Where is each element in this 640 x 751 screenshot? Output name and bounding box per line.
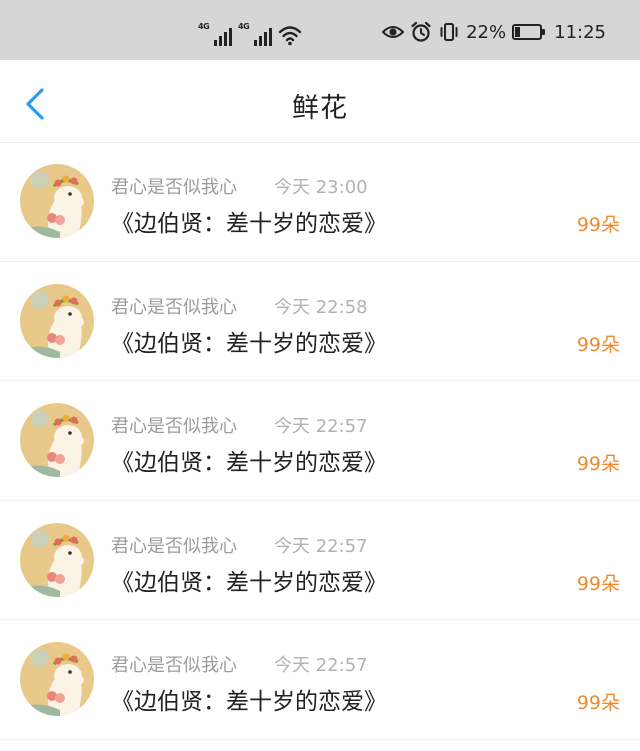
timestamp: 今天 22:57 bbox=[274, 535, 368, 557]
list-item[interactable]: 君心是否似我心 今天 22:57 《边伯贤：差十岁的恋爱》 99朵 bbox=[0, 381, 640, 501]
flower-count: 99朵 bbox=[576, 692, 620, 714]
timestamp: 今天 22:57 bbox=[274, 655, 368, 676]
header: 鲜花 bbox=[0, 60, 640, 142]
status-bar: 4G 4G 22% 11:25 bbox=[0, 0, 640, 60]
sender-name: 君心是否似我心 bbox=[111, 535, 237, 557]
list-item[interactable]: 君心是否似我心 今天 22:58 《边伯贤：差十岁的恋爱》 99朵 bbox=[0, 262, 640, 381]
work-title: 《边伯贤：差十岁的恋爱》 bbox=[111, 450, 387, 476]
sender-name: 君心是否似我心 bbox=[111, 177, 237, 198]
flower-count: 99朵 bbox=[576, 453, 620, 475]
signal-icon: 4G bbox=[198, 22, 232, 46]
timestamp: 今天 23:00 bbox=[274, 177, 368, 198]
list-item[interactable]: 君心是否似我心 今天 22:57 《边伯贤：差十岁的恋爱》 99朵 bbox=[0, 620, 640, 740]
page-title: 鲜花 bbox=[292, 93, 348, 124]
alarm-icon bbox=[411, 21, 431, 42]
work-title: 《边伯贤：差十岁的恋爱》 bbox=[111, 689, 387, 715]
signal-icon: 4G bbox=[238, 22, 272, 46]
avatar[interactable] bbox=[20, 642, 94, 716]
battery-icon bbox=[512, 24, 546, 40]
vibrate-icon bbox=[440, 23, 458, 41]
work-title: 《边伯贤：差十岁的恋爱》 bbox=[111, 569, 387, 596]
sender-name: 君心是否似我心 bbox=[111, 416, 237, 437]
timestamp: 今天 22:57 bbox=[274, 416, 368, 437]
flower-list: 君心是否似我心 今天 23:00 《边伯贤：差十岁的恋爱》 99朵 君心是否似我… bbox=[0, 142, 640, 740]
wifi-icon bbox=[278, 26, 302, 46]
avatar[interactable] bbox=[20, 164, 94, 238]
network-type-label: 4G bbox=[238, 22, 250, 31]
work-title: 《边伯贤：差十岁的恋爱》 bbox=[111, 330, 387, 357]
avatar[interactable] bbox=[20, 403, 94, 477]
battery-percent: 22% bbox=[466, 21, 507, 43]
flower-count: 99朵 bbox=[576, 333, 620, 356]
list-item[interactable]: 君心是否似我心 今天 22:57 《边伯贤：差十岁的恋爱》 99朵 bbox=[0, 501, 640, 620]
sender-name: 君心是否似我心 bbox=[111, 655, 237, 676]
battery-level bbox=[515, 27, 521, 37]
eye-icon bbox=[382, 26, 405, 38]
avatar[interactable] bbox=[20, 522, 94, 597]
timestamp: 今天 22:58 bbox=[274, 296, 368, 318]
sender-name: 君心是否似我心 bbox=[111, 296, 237, 318]
work-title: 《边伯贤：差十岁的恋爱》 bbox=[111, 211, 387, 237]
flower-count: 99朵 bbox=[576, 572, 620, 595]
signal-group: 4G 4G bbox=[198, 20, 302, 46]
status-right-group: 22% 11:25 bbox=[382, 18, 606, 46]
network-type-label: 4G bbox=[198, 22, 210, 31]
list-item[interactable]: 君心是否似我心 今天 23:00 《边伯贤：差十岁的恋爱》 99朵 bbox=[0, 142, 640, 262]
avatar[interactable] bbox=[20, 283, 94, 358]
flower-count: 99朵 bbox=[576, 214, 620, 236]
clock: 11:25 bbox=[554, 21, 606, 43]
